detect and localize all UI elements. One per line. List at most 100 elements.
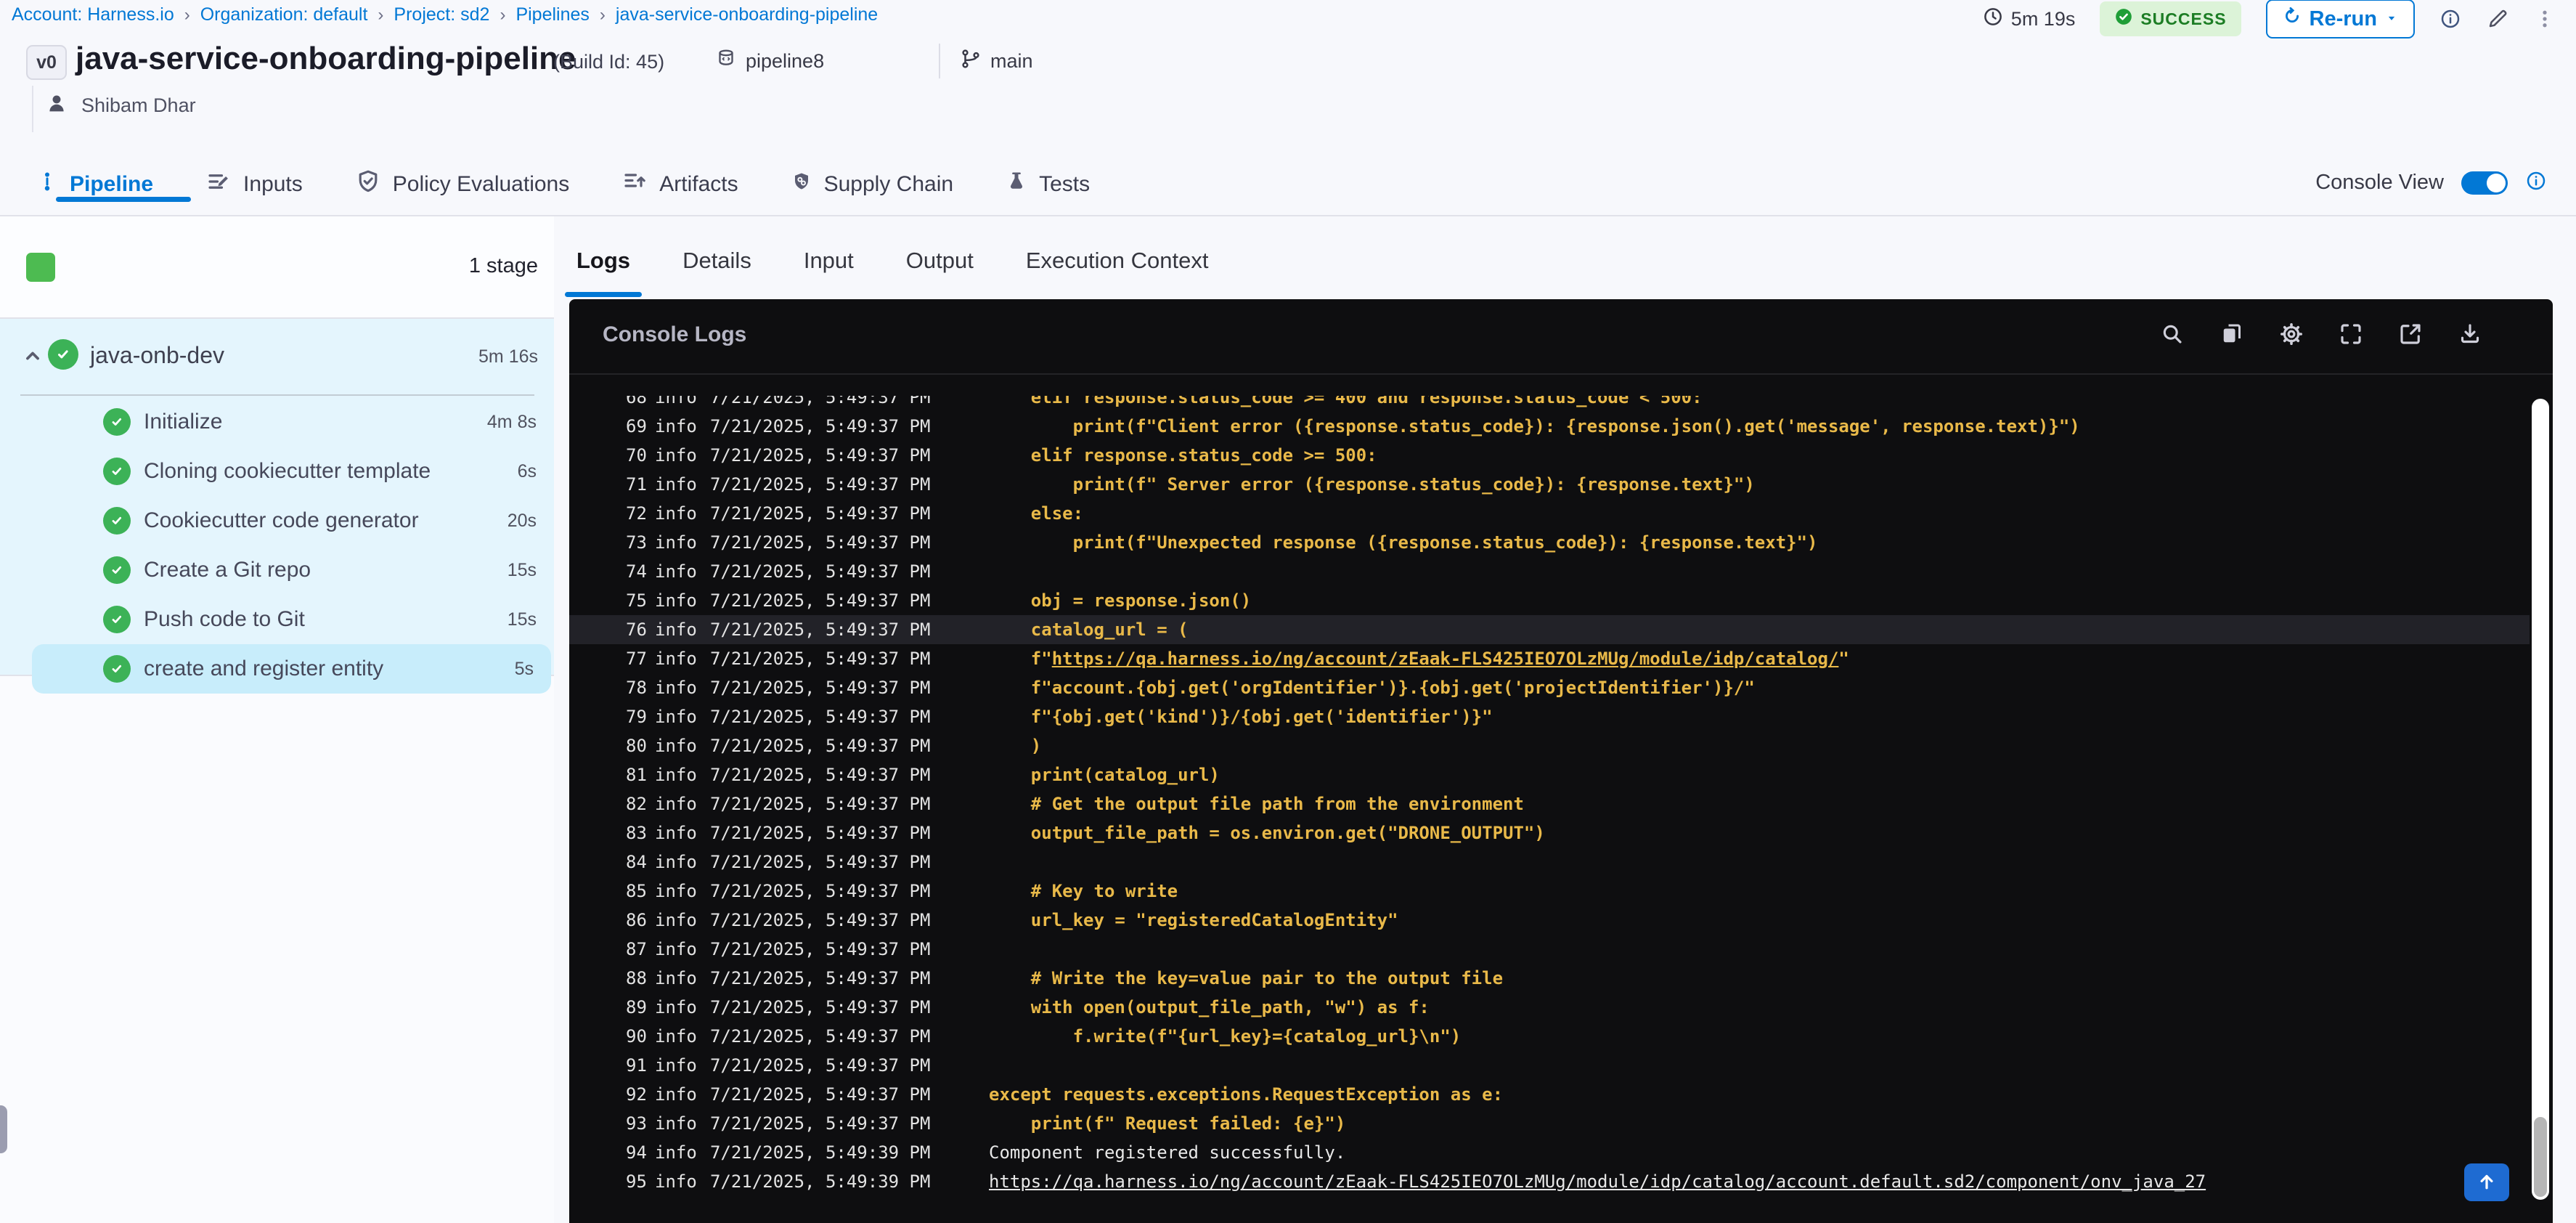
step-initialize[interactable]: Initialize 4m 8s <box>0 397 554 447</box>
log-line-number: 75 <box>626 590 647 611</box>
console-logs-panel: Console Logs 68 info 7/21/2025, 5:49:37 PM… <box>569 299 2553 1223</box>
edit-pencil-icon[interactable] <box>2486 7 2509 31</box>
chevron-up-icon[interactable] <box>20 344 45 372</box>
supply-chain-icon <box>791 171 812 198</box>
title-block: v0 java-service-onboarding-pipeline (Bui… <box>0 38 2576 163</box>
breadcrumb-item[interactable]: Pipelines <box>515 4 589 25</box>
log-line-number: 72 <box>626 503 647 524</box>
log-timestamp: 7/21/2025, 5:49:37 PM <box>710 590 931 611</box>
log-tab-logs[interactable]: Logs <box>564 235 643 297</box>
log-panel-tabs: Logs Details Input Output Execution Context <box>564 216 1216 299</box>
tab-pipeline[interactable]: Pipeline <box>36 171 191 202</box>
log-row-72: 72 info 7/21/2025, 5:49:37 PM else: <box>569 499 2530 528</box>
tab-inputs[interactable]: Inputs <box>205 168 303 200</box>
log-text: print(f"Unexpected response ({response.s… <box>989 532 1818 553</box>
log-text: else: <box>989 503 1084 524</box>
settings-icon[interactable] <box>2278 321 2304 347</box>
log-text: elif response.status_code >= 500: <box>989 445 1377 466</box>
log-timestamp: 7/21/2025, 5:49:39 PM <box>710 1171 931 1192</box>
log-row-77: 77 info 7/21/2025, 5:49:37 PM f"https://qa… <box>569 644 2530 673</box>
log-row-78: 78 info 7/21/2025, 5:49:37 PM f"account.{o… <box>569 673 2530 702</box>
step-create-a-git-repo[interactable]: Create a Git repo 15s <box>0 545 554 595</box>
log-timestamp: 7/21/2025, 5:49:37 PM <box>710 939 931 959</box>
tab-supply-chain[interactable]: Supply Chain <box>791 171 953 198</box>
log-timestamp: 7/21/2025, 5:49:37 PM <box>710 649 931 669</box>
breadcrumb-item[interactable]: Account: Harness.io <box>12 4 174 25</box>
stage-row-java-onb-dev[interactable]: java-onb-dev 5m 16s <box>0 330 554 381</box>
console-scrollbar[interactable] <box>2532 399 2549 1200</box>
step-cookiecutter-code-generator[interactable]: Cookiecutter code generator 20s <box>0 496 554 545</box>
log-timestamp: 7/21/2025, 5:49:37 PM <box>710 707 931 727</box>
log-level: info <box>655 707 697 727</box>
step-cloning-cookiecutter-template[interactable]: Cloning cookiecutter template 6s <box>0 447 554 496</box>
search-icon[interactable] <box>2159 321 2185 347</box>
fullscreen-icon[interactable] <box>2338 321 2364 347</box>
top-bar: Account: Harness.io › Organization: defaul… <box>0 0 2576 38</box>
log-text: catalog_url = ( <box>989 619 1189 640</box>
console-view-control: Console View <box>2315 170 2547 195</box>
log-tab-details[interactable]: Details <box>675 235 759 287</box>
rerun-button[interactable]: Re-run <box>2265 0 2415 38</box>
branch-name: main <box>990 50 1033 72</box>
breadcrumb-item[interactable]: Organization: default <box>200 4 368 25</box>
scroll-to-top-button[interactable] <box>2464 1163 2509 1201</box>
log-timestamp: 7/21/2025, 5:49:37 PM <box>710 561 931 582</box>
git-branch-icon <box>960 48 982 75</box>
log-line-number: 95 <box>626 1171 647 1192</box>
log-row-93: 93 info 7/21/2025, 5:49:37 PM print(f" Req… <box>569 1109 2530 1138</box>
step-create-and-register-entity[interactable]: create and register entity 5s <box>32 644 551 694</box>
log-text: f.write(f"{url_key}={catalog_url}\n") <box>989 1026 1462 1047</box>
log-row-79: 79 info 7/21/2025, 5:49:37 PM f"{obj.get('… <box>569 702 2530 731</box>
copy-icon[interactable] <box>2219 321 2245 347</box>
panel-drag-handle[interactable] <box>0 1105 7 1153</box>
log-text: f"account.{obj.get('orgIdentifier')}.{ob… <box>989 678 1755 698</box>
log-timestamp: 7/21/2025, 5:49:37 PM <box>710 910 931 930</box>
info-icon[interactable] <box>2525 170 2547 195</box>
log-level: info <box>655 619 697 640</box>
log-line-number: 91 <box>626 1055 647 1076</box>
log-text: # Write the key=value pair to the output… <box>989 968 1504 988</box>
info-icon[interactable] <box>2440 8 2461 30</box>
log-line-number: 94 <box>626 1142 647 1163</box>
tab-artifacts[interactable]: Artifacts <box>621 168 738 200</box>
log-tab-output[interactable]: Output <box>899 235 981 287</box>
console-view-toggle[interactable] <box>2461 171 2508 195</box>
divider <box>939 44 940 78</box>
open-in-new-icon[interactable] <box>2397 321 2424 347</box>
active-tab-underline <box>56 197 191 202</box>
tab-tests[interactable]: Tests <box>1006 171 1090 198</box>
log-timestamp: 7/21/2025, 5:49:39 PM <box>710 1142 931 1163</box>
step-label: Cloning cookiecutter template <box>144 459 431 483</box>
log-link[interactable]: https://qa.harness.io/ng/account/zEaak-F… <box>1052 649 1839 669</box>
log-row-94: 94 info 7/21/2025, 5:49:39 PM Component reg… <box>569 1138 2530 1167</box>
log-tab-input[interactable]: Input <box>796 235 861 287</box>
step-push-code-to-git[interactable]: Push code to Git 15s <box>0 595 554 644</box>
log-timestamp: 7/21/2025, 5:49:37 PM <box>710 997 931 1017</box>
refresh-icon <box>2282 6 2302 32</box>
log-link[interactable]: https://qa.harness.io/ng/account/zEaak-F… <box>989 1171 2206 1192</box>
log-text: with open(output_file_path, "w") as f: <box>989 997 1430 1017</box>
log-line-number: 84 <box>626 852 647 872</box>
log-level: info <box>655 503 697 524</box>
rerun-label: Re-run <box>2309 7 2377 31</box>
log-row-91: 91 info 7/21/2025, 5:49:37 PM <box>569 1051 2530 1080</box>
log-line-number: 77 <box>626 649 647 669</box>
tab-policy-evaluations[interactable]: Policy Evaluations <box>355 168 569 200</box>
log-line-number: 87 <box>626 939 647 959</box>
user-name: Shibam Dhar <box>81 94 196 116</box>
log-timestamp: 7/21/2025, 5:49:37 PM <box>710 823 931 843</box>
breadcrumb-item[interactable]: java-service-onboarding-pipeline <box>616 4 878 25</box>
log-line-number: 82 <box>626 794 647 814</box>
scrollbar-thumb[interactable] <box>2534 1117 2547 1197</box>
download-icon[interactable] <box>2457 321 2483 347</box>
stage-count-header: 1 stage <box>0 216 554 319</box>
stage-minimap-square[interactable] <box>26 253 55 282</box>
step-duration: 6s <box>517 460 537 482</box>
breadcrumb-item[interactable]: Project: sd2 <box>394 4 489 25</box>
success-check-icon <box>103 655 131 683</box>
log-tab-execution-context[interactable]: Execution Context <box>1019 235 1216 287</box>
kebab-menu-icon[interactable] <box>2534 8 2556 30</box>
log-line-number: 78 <box>626 678 647 698</box>
log-row-84: 84 info 7/21/2025, 5:49:37 PM <box>569 848 2530 877</box>
log-row-83: 83 info 7/21/2025, 5:49:37 PM output_file_… <box>569 818 2530 848</box>
